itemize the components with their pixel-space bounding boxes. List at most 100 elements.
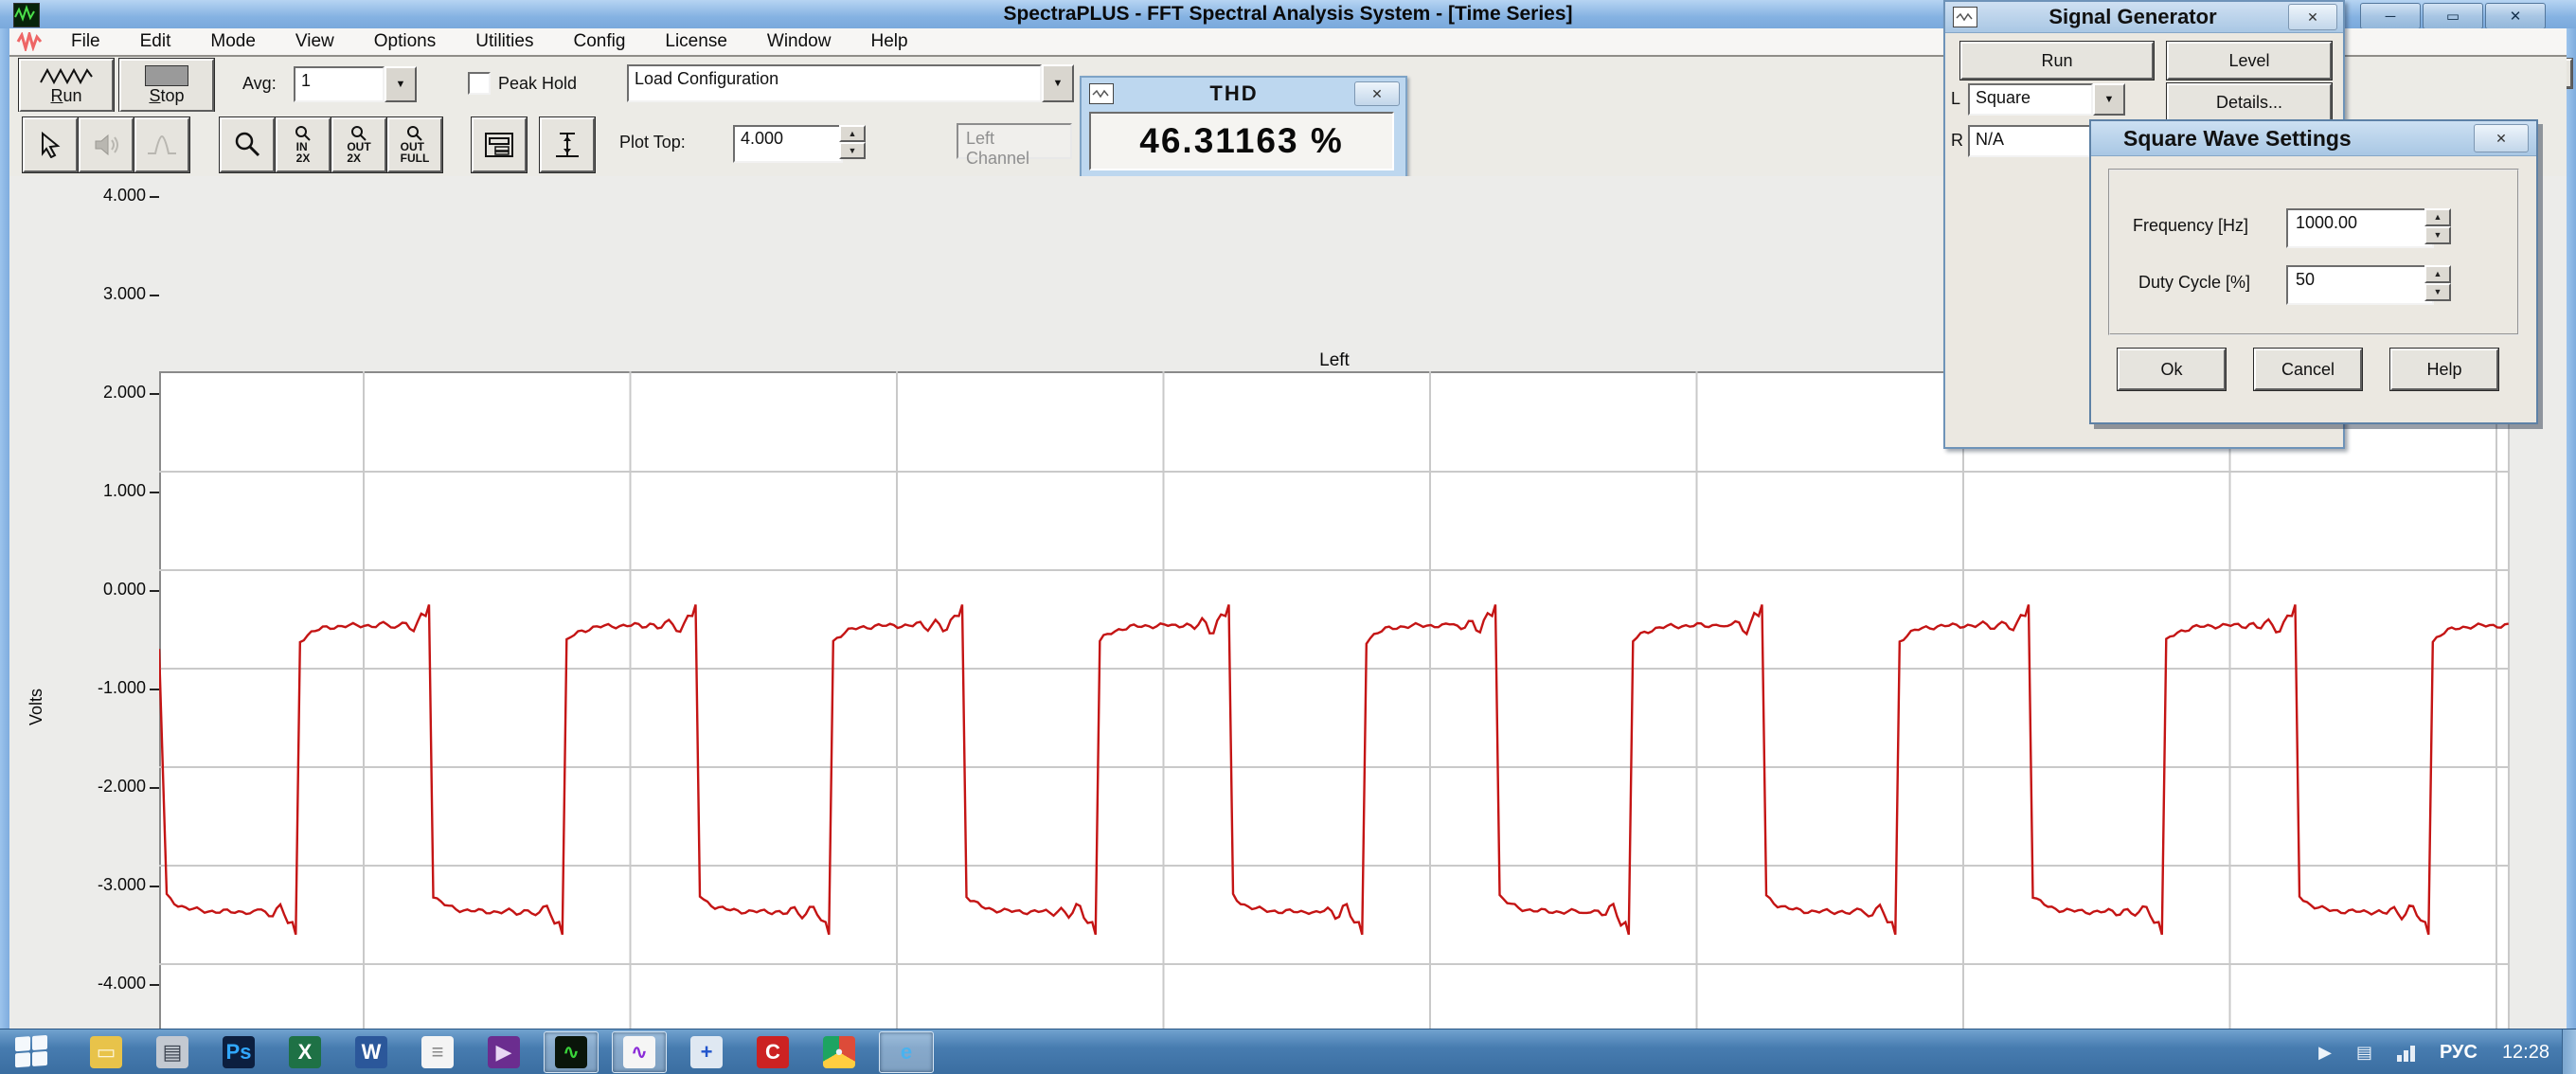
y-tick-label: -3.000 — [59, 875, 146, 895]
minimize-button[interactable]: ─ — [2360, 3, 2421, 29]
zoom-button[interactable] — [220, 117, 275, 172]
left-waveform-dropdown-icon[interactable]: ▼ — [2093, 83, 2125, 116]
menu-item-license[interactable]: License — [645, 31, 747, 52]
y-tick-label: 4.000 — [59, 186, 146, 206]
printer-icon: ▤ — [156, 1036, 188, 1068]
dialog-titlebar: Square Wave Settings ✕ — [2091, 121, 2536, 156]
taskbar-printer-icon[interactable]: ▤ — [146, 1032, 199, 1072]
explorer-icon: ▭ — [90, 1036, 122, 1068]
menu-item-utilities[interactable]: Utilities — [456, 31, 553, 52]
left-waveform-combobox[interactable]: Square ▼ — [1968, 83, 2125, 116]
y-axis-title: Volts — [27, 689, 46, 725]
y-tick-mark — [150, 295, 159, 296]
spin-up-icon[interactable]: ▲ — [839, 125, 866, 142]
language-indicator[interactable]: РУС — [2440, 1042, 2478, 1064]
taskbar-red-app-icon[interactable]: C — [746, 1032, 799, 1072]
y-tick-label: 3.000 — [59, 284, 146, 304]
vertical-range-button[interactable] — [540, 117, 595, 172]
taskbar-icons: ▭ ▤ Ps XW ≡ ▶ ∿ ∿ + C • e — [80, 1031, 934, 1073]
peak-hold-label: Peak Hold — [498, 74, 577, 94]
signal-generator-title: Signal Generator — [1977, 5, 2288, 29]
frequency-input[interactable]: 1000.00 — [2286, 208, 2434, 248]
maximize-button[interactable]: ▭ — [2423, 3, 2483, 29]
load-configuration-value: Load Configuration — [627, 64, 1042, 102]
load-configuration-dropdown-icon[interactable]: ▼ — [1042, 64, 1074, 102]
details-button[interactable]: Details... — [2167, 83, 2332, 121]
duty-cycle-input[interactable]: 50 — [2286, 265, 2434, 305]
menu-item-window[interactable]: Window — [747, 31, 851, 52]
peak-curve-icon — [146, 133, 178, 157]
signal-generator-icon — [1953, 7, 1977, 27]
zoom-out-full-button[interactable]: OUTFULL — [387, 117, 442, 172]
taskbar-word-icon[interactable]: W — [345, 1032, 398, 1072]
spin-down-icon[interactable]: ▼ — [2424, 283, 2451, 301]
magnifier-icon — [233, 131, 261, 159]
help-button[interactable]: Help — [2390, 349, 2498, 390]
signal-generator-titlebar: Signal Generator ✕ — [1945, 2, 2343, 33]
taskbar-pulse-app-icon[interactable]: + — [680, 1032, 733, 1072]
speaker-button[interactable] — [79, 117, 134, 172]
taskbar-ie-icon[interactable]: e — [879, 1031, 934, 1073]
red-app-icon: C — [757, 1036, 789, 1068]
menu-items: FileEditModeViewOptionsUtilitiesConfigLi… — [51, 31, 928, 52]
thd-window-icon — [1089, 83, 1114, 104]
tray-device-icon[interactable]: ▤ — [2356, 1043, 2372, 1063]
thd-title: THD — [1114, 81, 1354, 106]
duty-cycle-spinner[interactable]: ▲ ▼ — [2424, 265, 2451, 301]
taskbar-explorer-icon[interactable]: ▭ — [80, 1032, 133, 1072]
frequency-spinner[interactable]: ▲ ▼ — [2424, 208, 2451, 244]
peak-curve-button[interactable] — [134, 117, 189, 172]
frequency-label: Frequency [Hz] — [2133, 216, 2248, 236]
chrome-icon: • — [823, 1036, 855, 1068]
menu-item-view[interactable]: View — [276, 31, 354, 52]
taskbar-media-app-icon[interactable]: ▶ — [477, 1032, 530, 1072]
network-signal-icon[interactable] — [2397, 1043, 2415, 1062]
signal-generator-close-icon[interactable]: ✕ — [2288, 4, 2337, 30]
generator-level-button[interactable]: Level — [2167, 42, 2332, 80]
pulse-app-icon: + — [690, 1036, 723, 1068]
zoom-in-2x-button[interactable]: IN2X — [276, 117, 331, 172]
menu-item-mode[interactable]: Mode — [190, 31, 276, 52]
speaker-icon — [93, 133, 119, 157]
stop-button[interactable]: Stop — [119, 59, 214, 112]
taskbar-photoshop-icon[interactable]: Ps — [212, 1032, 265, 1072]
menu-item-options[interactable]: Options — [354, 31, 456, 52]
stop-label: top — [160, 86, 184, 105]
menu-item-file[interactable]: File — [51, 31, 120, 52]
avg-label: Avg: — [242, 74, 277, 94]
cancel-button[interactable]: Cancel — [2254, 349, 2362, 390]
taskbar-plot-app-icon[interactable]: ∿ — [612, 1031, 667, 1073]
avg-combobox[interactable]: 1 ▼ — [294, 66, 417, 102]
ok-button[interactable]: Ok — [2118, 349, 2226, 390]
tray-media-icon[interactable]: ▶ — [2318, 1043, 2332, 1063]
menu-item-help[interactable]: Help — [850, 31, 927, 52]
plot-top-spinner[interactable]: ▲ ▼ — [839, 125, 866, 159]
plot-top-input[interactable]: 4.000 — [733, 125, 843, 163]
taskbar-excel-icon[interactable]: X — [278, 1032, 331, 1072]
close-button[interactable]: ✕ — [2485, 3, 2546, 29]
avg-dropdown-icon[interactable]: ▼ — [385, 66, 417, 102]
menu-item-config[interactable]: Config — [553, 31, 645, 52]
show-desktop-button[interactable] — [2562, 1029, 2576, 1074]
taskbar-spectraplus-icon[interactable]: ∿ — [544, 1031, 599, 1073]
dialog-close-icon[interactable]: ✕ — [2474, 124, 2529, 152]
select-cursor-button[interactable] — [23, 117, 78, 172]
start-button[interactable] — [15, 1035, 49, 1070]
spin-down-icon[interactable]: ▼ — [2424, 226, 2451, 244]
taskbar-chrome-icon[interactable]: • — [813, 1032, 866, 1072]
taskbar: ▭ ▤ Ps XW ≡ ▶ ∿ ∿ + C • e ▶ ▤ РУС 12:28 — [0, 1029, 2576, 1074]
taskbar-notepad-icon[interactable]: ≡ — [411, 1032, 464, 1072]
thd-close-icon[interactable]: ✕ — [1354, 81, 1400, 106]
y-tick-label: 0.000 — [59, 580, 146, 600]
generator-run-button[interactable]: Run — [1960, 42, 2154, 80]
spin-down-icon[interactable]: ▼ — [839, 142, 866, 159]
clock[interactable]: 12:28 — [2502, 1042, 2549, 1064]
spin-up-icon[interactable]: ▲ — [2424, 208, 2451, 226]
peak-hold-checkbox[interactable] — [468, 72, 491, 95]
load-configuration-combobox[interactable]: Load Configuration ▼ — [627, 64, 1074, 102]
display-options-button[interactable] — [472, 117, 527, 172]
run-button[interactable]: Run — [19, 59, 114, 112]
zoom-out-2x-button[interactable]: OUT2X — [331, 117, 386, 172]
menu-item-edit[interactable]: Edit — [120, 31, 191, 52]
spin-up-icon[interactable]: ▲ — [2424, 265, 2451, 283]
